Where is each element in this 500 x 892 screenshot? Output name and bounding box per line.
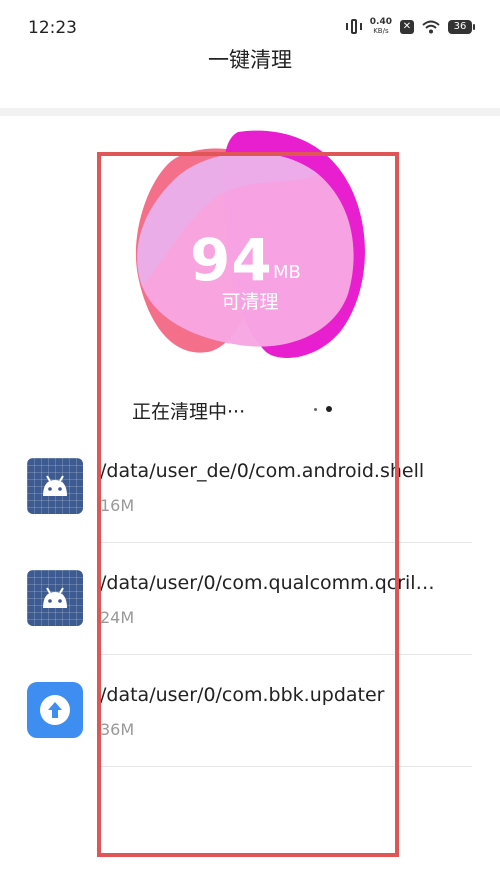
vibrate-icon — [345, 18, 362, 36]
highlight-rectangle — [97, 152, 399, 857]
battery-level: 36 — [453, 21, 467, 32]
status-time: 12:23 — [28, 18, 77, 38]
battery-icon: 36 — [448, 20, 475, 34]
android-robot-icon — [43, 587, 67, 608]
header-divider — [0, 108, 500, 116]
upload-arrow-icon — [40, 695, 70, 725]
network-speed: 0.40 KB/s — [370, 18, 392, 36]
network-speed-value: 0.40 — [369, 17, 392, 27]
status-icons: 0.40 KB/s ✕ 36 — [345, 18, 475, 36]
updater-app-icon — [27, 682, 83, 738]
android-app-icon — [27, 570, 83, 626]
network-speed-unit: KB/s — [373, 27, 389, 35]
close-box-icon: ✕ — [400, 20, 414, 34]
android-robot-icon — [43, 475, 67, 496]
page-title: 一键清理 — [208, 48, 292, 72]
android-app-icon — [27, 458, 83, 514]
wifi-icon — [422, 20, 440, 34]
